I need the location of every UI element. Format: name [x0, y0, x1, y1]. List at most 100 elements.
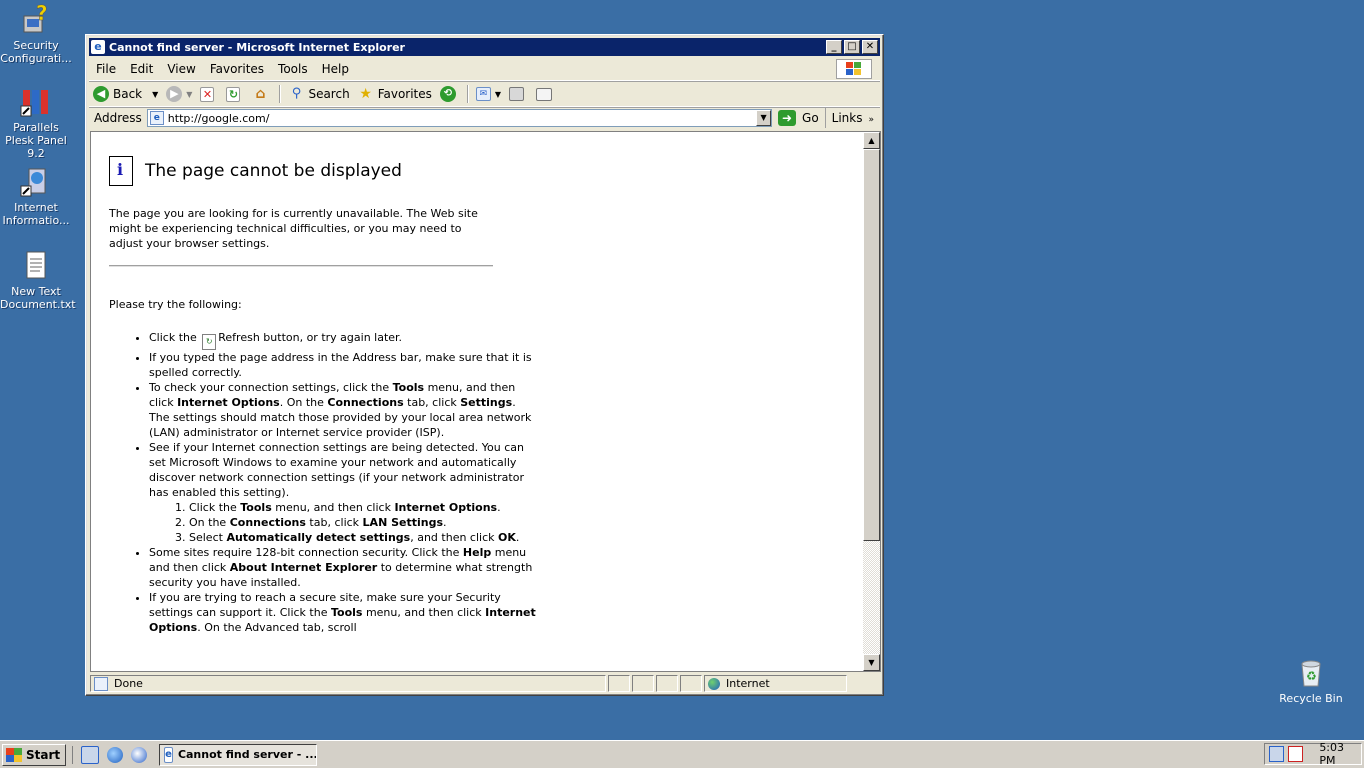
refresh-icon: ↻	[202, 334, 217, 350]
status-cell	[632, 675, 654, 692]
search-button[interactable]: ⚲ Search	[284, 83, 353, 105]
status-bar: Done Internet	[90, 675, 881, 694]
desktop-icon-text-document[interactable]: New Text Document.txt	[0, 250, 76, 311]
menu-edit[interactable]: Edit	[123, 62, 160, 76]
status-cell	[656, 675, 678, 692]
title-bar[interactable]: e Cannot find server - Microsoft Interne…	[89, 38, 880, 56]
favorites-button[interactable]: ★ Favorites	[354, 83, 436, 105]
menu-favorites[interactable]: Favorites	[203, 62, 271, 76]
desktop-icon-label: Parallels Plesk Panel 9.2	[5, 121, 67, 160]
vertical-scrollbar[interactable]: ▲ ▼	[863, 132, 880, 671]
favorites-label: Favorites	[377, 87, 432, 101]
iis-manager-icon	[20, 166, 52, 198]
standard-toolbar: ◀ Back ▼ ▶ ▼ ✕ ↻ ⌂ ⚲ Search ★ Favorites …	[89, 82, 880, 107]
address-input[interactable]: e http://google.com/ ▼	[146, 109, 773, 127]
security-config-icon: ?	[20, 1, 52, 36]
ie-logo-icon: e	[164, 746, 173, 763]
menu-file[interactable]: File	[89, 62, 123, 76]
list-item: Some sites require 128-bit connection se…	[149, 545, 539, 590]
forward-button[interactable]: ▶ ▼	[162, 83, 196, 105]
refresh-button[interactable]: ↻	[222, 83, 248, 105]
network-icon[interactable]	[1269, 746, 1285, 762]
list-item: Click the Tools menu, and then click Int…	[189, 500, 539, 515]
error-page: i The page cannot be displayed The page …	[91, 132, 863, 671]
show-desktop-icon[interactable]	[81, 745, 100, 764]
scroll-down-button[interactable]: ▼	[863, 654, 880, 671]
taskbar-button-ie[interactable]: e Cannot find server - ...	[159, 743, 318, 766]
recycle-bin-label: Recycle Bin	[1279, 692, 1343, 705]
globe-icon	[708, 677, 720, 690]
scroll-thumb[interactable]	[863, 149, 880, 541]
edit-page-icon	[536, 87, 553, 101]
recycle-bin[interactable]: ♻ Recycle Bin	[1276, 656, 1346, 705]
list-item: If you typed the page address in the Add…	[149, 350, 539, 380]
search-label: Search	[308, 87, 350, 101]
list-item: If you are trying to reach a secure site…	[149, 590, 539, 635]
list-item: To check your connection settings, click…	[149, 380, 539, 440]
maximize-button[interactable]: □	[844, 40, 860, 54]
edit-button[interactable]	[532, 83, 560, 105]
stop-icon: ✕	[200, 86, 215, 102]
back-arrow-icon: ◀	[93, 86, 109, 102]
desktop-icon-label: New Text Document.txt	[0, 285, 76, 311]
desktop-icon-security-config[interactable]: ? Security Configurati...	[0, 1, 72, 65]
back-button[interactable]: ◀ Back ▼	[89, 83, 162, 105]
address-dropdown-icon[interactable]: ▼	[756, 110, 772, 126]
toolbar-separator	[279, 85, 282, 103]
print-icon	[509, 87, 525, 101]
address-bar: Address e http://google.com/ ▼ ➜ Go Link…	[89, 107, 880, 129]
system-tray: 5:03 PM	[1264, 741, 1362, 767]
recycle-bin-icon: ♻	[1295, 656, 1327, 688]
print-button[interactable]	[505, 83, 532, 105]
windows-logo-icon	[836, 59, 872, 79]
mail-dropdown-icon[interactable]: ▼	[495, 90, 501, 99]
forward-arrow-icon: ▶	[166, 86, 183, 102]
refresh-icon: ↻	[226, 86, 241, 102]
language-icon[interactable]	[1288, 746, 1304, 762]
page-done-icon	[94, 676, 108, 691]
tips-list: Click the ↻Refresh button, or try again …	[109, 330, 539, 635]
minimize-button[interactable]: _	[826, 40, 842, 54]
favorites-star-icon: ★	[359, 86, 372, 102]
home-icon: ⌂	[255, 86, 266, 102]
scroll-up-button[interactable]: ▲	[863, 132, 880, 149]
mail-icon: ✉	[475, 87, 491, 101]
divider	[109, 265, 493, 267]
list-item: Select Automatically detect settings, an…	[189, 530, 539, 545]
links-button[interactable]: Links »	[826, 111, 880, 125]
list-item: Click the ↻Refresh button, or try again …	[149, 330, 539, 350]
list-item: On the Connections tab, click LAN Settin…	[189, 515, 539, 530]
taskbar-button-label: Cannot find server - ...	[177, 748, 318, 761]
mail-button[interactable]: ✉ ▼	[472, 83, 505, 105]
menu-tools[interactable]: Tools	[271, 62, 315, 76]
security-zone-cell: Internet	[704, 675, 847, 692]
outlook-express-icon[interactable]	[131, 746, 148, 763]
internet-explorer-icon[interactable]	[107, 746, 124, 763]
info-icon: i	[109, 156, 133, 186]
close-button[interactable]: ✕	[862, 40, 878, 54]
svg-text:♻: ♻	[1306, 669, 1317, 683]
ie-window: e Cannot find server - Microsoft Interne…	[85, 34, 884, 696]
history-button[interactable]: ⟲	[436, 83, 464, 105]
links-label: Links	[831, 111, 863, 125]
menu-bar: File Edit View Favorites Tools Help	[89, 58, 880, 81]
go-button[interactable]: ➜ Go	[776, 108, 826, 128]
forward-dropdown-icon[interactable]: ▼	[186, 90, 192, 99]
numbered-steps: Click the Tools menu, and then click Int…	[149, 500, 539, 545]
status-text: Done	[114, 677, 143, 690]
try-heading: Please try the following:	[109, 298, 242, 311]
home-button[interactable]: ⌂	[248, 83, 276, 105]
clock[interactable]: 5:03 PM	[1319, 741, 1361, 767]
chevron-right-icon: »	[868, 115, 874, 125]
menu-view[interactable]: View	[160, 62, 202, 76]
stop-button[interactable]: ✕	[196, 83, 222, 105]
zone-text: Internet	[726, 677, 770, 690]
toolbar-separator	[466, 85, 469, 103]
back-dropdown-icon[interactable]: ▼	[152, 90, 158, 99]
ie-logo-icon: e	[91, 40, 105, 54]
desktop-icon-plesk[interactable]: Parallels Plesk Panel 9.2	[0, 86, 72, 160]
menu-help[interactable]: Help	[315, 62, 356, 76]
address-url[interactable]: http://google.com/	[168, 112, 756, 125]
start-button[interactable]: Start	[2, 743, 67, 766]
desktop-icon-iis[interactable]: Internet Informatio...	[0, 166, 72, 227]
